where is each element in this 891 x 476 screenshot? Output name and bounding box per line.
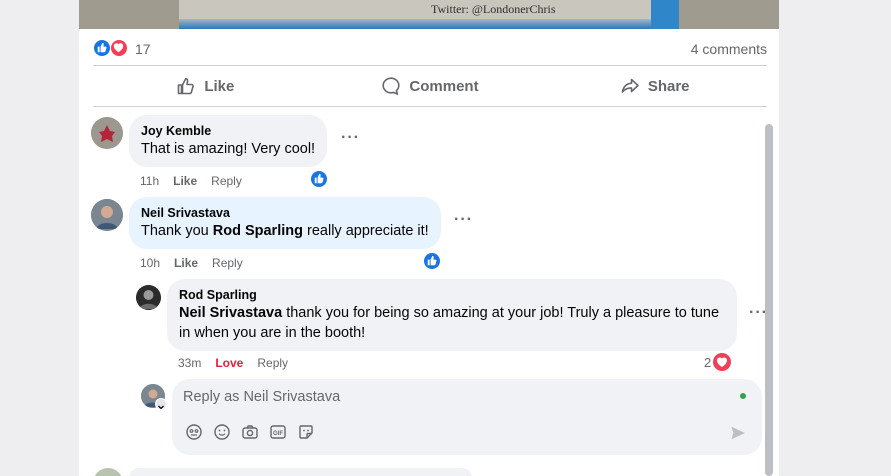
chevron-down-icon[interactable] — [155, 398, 167, 410]
reply-placeholder: Reply as Neil Srivastava — [183, 389, 341, 405]
comment-author[interactable]: Joy Kemble — [141, 123, 315, 139]
more-options-icon[interactable]: ··· — [454, 211, 473, 229]
love-reaction-icon — [110, 39, 128, 57]
reactions-summary[interactable]: 17 4 comments — [93, 38, 767, 60]
avatar-sticker-icon[interactable] — [185, 423, 203, 441]
like-reaction-icon[interactable] — [310, 170, 328, 188]
comment-meta: 10h Like Reply — [140, 256, 243, 270]
like-label: Like — [204, 77, 235, 95]
comment-like-button[interactable]: Like — [173, 174, 197, 188]
image-paper — [179, 0, 651, 19]
reply-input[interactable]: Reply as Neil Srivastava GIF — [172, 379, 762, 455]
gif-icon[interactable]: GIF — [269, 423, 287, 441]
share-button[interactable]: Share — [542, 66, 767, 106]
comment-time[interactable]: 11h — [140, 174, 159, 188]
share-label: Share — [647, 77, 690, 95]
comment-icon — [382, 77, 401, 96]
reply-reply-button[interactable]: Reply — [257, 356, 288, 370]
reply-reaction-count: 2 — [704, 354, 712, 370]
reply-time[interactable]: 33m — [178, 356, 201, 370]
love-reaction-icon — [713, 353, 732, 371]
mention-link[interactable]: Rod Sparling — [213, 223, 303, 239]
send-icon[interactable] — [729, 424, 747, 447]
avatar[interactable] — [91, 199, 123, 231]
image-fold — [179, 19, 651, 29]
comment-button[interactable]: Comment — [318, 66, 543, 106]
thumbs-up-icon — [178, 77, 195, 95]
reply-reactions[interactable]: 2 — [704, 353, 732, 371]
composer-tools: GIF — [185, 423, 315, 441]
like-reaction-icon[interactable] — [423, 252, 441, 270]
comment-bubble: Neil Srivastava Thank you Rod Sparling r… — [129, 197, 441, 249]
scrollbar[interactable] — [765, 124, 773, 476]
comment-text: That is amazing! Very cool! — [141, 141, 316, 157]
comments-count[interactable]: 4 comments — [691, 41, 767, 57]
comment-label: Comment — [409, 77, 479, 95]
avatar[interactable] — [93, 468, 123, 476]
like-reaction-icon — [93, 39, 111, 57]
comment-bubble: Joy Kemble That is amazing! Very cool! — [129, 115, 328, 167]
image-credit-text: Twitter: @LondonerChris — [431, 2, 556, 16]
reply-meta: 33m Love Reply — [178, 356, 288, 370]
avatar[interactable] — [91, 117, 123, 149]
reply-love-button[interactable]: Love — [215, 356, 243, 370]
post-image[interactable]: Twitter: @LondonerChris — [79, 0, 779, 29]
post-actions: Like Comment Share — [93, 66, 767, 106]
comment-bubble — [129, 468, 472, 476]
camera-icon[interactable] — [241, 423, 259, 441]
comment-text-prefix: Thank you — [141, 223, 213, 239]
mention-link[interactable]: Neil Srivastava — [179, 305, 282, 321]
comment-meta: 11h Like Reply — [140, 174, 242, 188]
online-indicator — [740, 393, 746, 399]
reply-text: Neil Srivastava thank you for being so a… — [179, 303, 725, 343]
avatar[interactable] — [136, 285, 161, 310]
share-icon — [621, 78, 639, 93]
comment-text-suffix: really appreciate it! — [302, 223, 429, 239]
comment-author[interactable]: Neil Srivastava — [141, 205, 429, 221]
post-card: Twitter: @LondonerChris 17 4 comments Li… — [79, 0, 779, 476]
emoji-icon[interactable] — [213, 423, 231, 441]
comment-like-button[interactable]: Like — [174, 256, 198, 270]
comment-text: Thank you Rod Sparling really appreciate… — [141, 221, 429, 241]
comment-reply-button[interactable]: Reply — [212, 256, 243, 270]
divider — [93, 106, 767, 107]
more-options-icon[interactable]: ··· — [341, 129, 360, 147]
comment-time[interactable]: 10h — [140, 256, 160, 270]
like-button[interactable]: Like — [93, 66, 318, 106]
svg-text:GIF: GIF — [273, 431, 283, 437]
reaction-count[interactable]: 17 — [135, 41, 151, 57]
comment-reply-button[interactable]: Reply — [211, 174, 242, 188]
reply-bubble: Rod Sparling Neil Srivastava thank you f… — [167, 279, 737, 351]
sticker-icon[interactable] — [297, 423, 315, 441]
reply-author[interactable]: Rod Sparling — [179, 287, 725, 303]
